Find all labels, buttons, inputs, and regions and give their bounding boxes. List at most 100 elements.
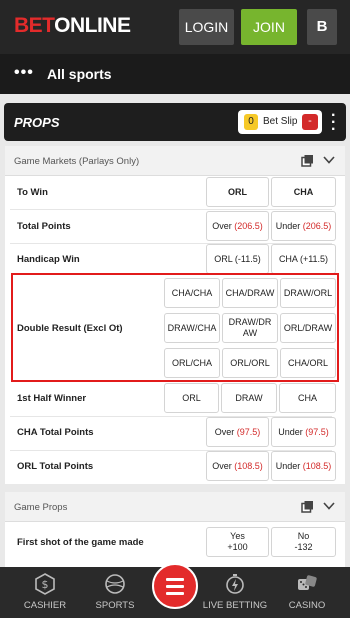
hamburger-icon-bar — [166, 585, 184, 588]
odds-value: (108.5) — [234, 460, 263, 471]
odds-button[interactable]: Yes +100 — [206, 527, 269, 557]
odds-text: ORL/CHA — [171, 357, 212, 368]
odds-button[interactable]: Over (97.5) — [206, 417, 269, 447]
to-win-label: To Win — [17, 187, 48, 198]
odds-button[interactable]: ORL — [164, 383, 219, 413]
odds-button[interactable]: No -132 — [271, 527, 336, 557]
casino-tab[interactable]: CASINO — [272, 567, 342, 618]
odds-button[interactable]: ORL/DRAW — [280, 313, 336, 343]
row-divider — [10, 209, 332, 210]
odds-button[interactable]: CHA (+11.5) — [271, 244, 336, 274]
bet-slip-button[interactable]: 0 Bet Slip - — [238, 110, 322, 134]
odds-label: Over — [212, 460, 232, 471]
double-result-label: Double Result (Excl Ot) — [17, 323, 123, 334]
hamburger-icon — [166, 578, 184, 581]
chevron-down-icon[interactable] — [323, 155, 335, 165]
odds-text: CHA (+11.5) — [278, 253, 329, 264]
odds-value: +100 — [227, 542, 248, 552]
odds-value: (206.5) — [302, 220, 332, 231]
game-props-title: Game Props — [14, 502, 68, 513]
odds-value: (97.5) — [236, 426, 261, 437]
odds-label: Yes — [230, 531, 245, 541]
cashier-label: CASHIER — [23, 600, 67, 611]
bet-slip-count: 0 — [244, 114, 258, 130]
odds-value: (97.5) — [305, 426, 329, 437]
svg-text:$: $ — [42, 578, 49, 591]
login-button[interactable]: LOGIN — [179, 9, 234, 45]
stopwatch-icon — [226, 574, 244, 594]
odds-label: Over — [212, 220, 232, 231]
odds-button[interactable]: CHA/CHA — [164, 278, 220, 308]
odds-button[interactable]: ORL (-11.5) — [206, 244, 269, 274]
odds-label: Under — [275, 460, 301, 471]
odds-text: ORL (-11.5) — [214, 253, 261, 264]
props-title: PROPS — [14, 115, 60, 130]
more-menu-icon[interactable]: ••• — [14, 65, 34, 81]
odds-button[interactable]: Under (206.5) — [271, 211, 336, 241]
odds-label: Under — [278, 426, 303, 437]
odds-button[interactable]: DRAW/DRAW — [222, 313, 278, 343]
odds-label: No — [297, 531, 310, 541]
odds-text: ORL/ORL — [230, 357, 270, 368]
odds-text: DRAW/DRAW — [228, 317, 272, 338]
cha-total-points-label: CHA Total Points — [17, 427, 94, 438]
odds-button[interactable]: Over (108.5) — [206, 451, 269, 481]
props-header: PROPS 0 Bet Slip - · · · — [4, 103, 346, 141]
top-header: BETONLINE LOGIN JOIN B — [0, 0, 350, 54]
all-sports-link[interactable]: All sports — [47, 66, 112, 82]
odds-button[interactable]: DRAW — [221, 383, 277, 413]
odds-button[interactable]: DRAW/ORL — [280, 278, 336, 308]
odds-button[interactable]: CHA/ORL — [280, 348, 336, 378]
live-betting-tab[interactable]: LIVE BETTING — [200, 567, 270, 618]
main-menu-button[interactable] — [152, 563, 198, 609]
chevron-down-icon[interactable] — [323, 501, 335, 511]
cashier-tab[interactable]: $ CASHIER — [10, 567, 80, 618]
live-betting-label: LIVE BETTING — [202, 600, 268, 611]
join-button[interactable]: JOIN — [241, 9, 297, 45]
vertical-dots-icon[interactable]: · · · — [331, 108, 336, 138]
odds-label: Over — [214, 426, 235, 437]
odds-button[interactable]: ORL — [206, 177, 269, 207]
odds-text: DRAW/ORL — [283, 287, 333, 298]
total-points-label: Total Points — [17, 221, 71, 232]
cashier-icon: $ — [35, 573, 55, 595]
odds-button[interactable]: CHA — [271, 177, 336, 207]
odds-label: Under — [275, 220, 301, 231]
odds-text: CHA/DRAW — [225, 287, 275, 298]
odds-button[interactable]: Under (108.5) — [271, 451, 336, 481]
handicap-win-label: Handicap Win — [17, 254, 80, 265]
game-props-header[interactable]: Game Props — [5, 492, 345, 522]
bet-slip-collapse-button[interactable]: - — [302, 114, 318, 130]
odds-button[interactable]: CHA — [279, 383, 336, 413]
odds-text: DRAW/CHA — [167, 322, 217, 333]
logo-online: ONLINE — [54, 14, 131, 37]
dice-icon — [298, 575, 317, 590]
first-shot-label: First shot of the game made — [17, 537, 144, 548]
odds-value: (206.5) — [234, 220, 263, 231]
first-half-winner-label: 1st Half Winner — [17, 393, 87, 404]
sports-ball-icon — [105, 574, 125, 594]
betonline-logo[interactable]: BETONLINE — [14, 14, 131, 38]
bet-slip-label: Bet Slip — [263, 116, 298, 127]
game-markets-title: Game Markets (Parlays Only) — [14, 156, 140, 167]
sports-nav-bar: ••• All sports — [0, 54, 350, 94]
odds-button[interactable]: Over (206.5) — [206, 211, 269, 241]
sports-tab[interactable]: SPORTS — [80, 567, 150, 618]
odds-text: CHA/ORL — [287, 357, 328, 368]
hamburger-icon-bar — [166, 592, 184, 595]
game-markets-header[interactable]: Game Markets (Parlays Only) — [5, 146, 345, 176]
account-button[interactable]: B — [307, 9, 337, 45]
casino-label: CASINO — [288, 600, 326, 611]
odds-button[interactable]: CHA/DRAW — [222, 278, 278, 308]
odds-button[interactable]: ORL/CHA — [164, 348, 220, 378]
odds-text: ORL — [182, 392, 201, 403]
odds-text: ORL — [228, 186, 247, 197]
odds-button[interactable]: Under (97.5) — [271, 417, 336, 447]
odds-button[interactable]: DRAW/CHA — [164, 313, 220, 343]
add-to-parlay-icon[interactable] — [301, 154, 314, 167]
sports-label: SPORTS — [95, 600, 135, 611]
add-to-parlay-icon[interactable] — [301, 500, 314, 513]
odds-value: -132 — [294, 542, 313, 552]
odds-button[interactable]: ORL/ORL — [222, 348, 278, 378]
odds-text: ORL/DRAW — [283, 322, 333, 333]
